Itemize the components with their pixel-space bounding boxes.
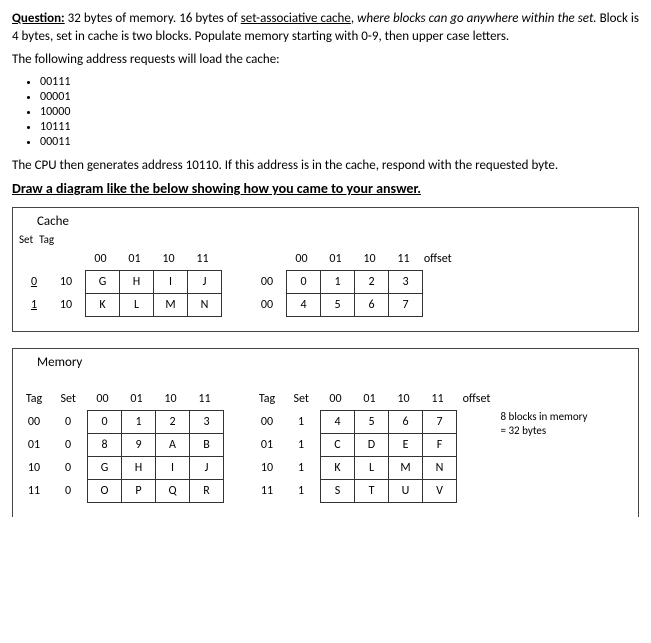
mem-cell: N [423,457,457,480]
mem-cell: A [156,434,190,457]
load-cache-intro: The following address requests will load… [12,51,639,69]
memory-section: Memory Tag Set 00 01 10 11 00 0 0 1 2 3 … [12,348,639,517]
mem-cell: B [190,434,224,457]
mem-cell: 2 [156,411,190,434]
mem-cell: M [389,457,423,480]
cache-cell: M [154,294,188,317]
mem-cell: L [355,457,389,480]
cache-section: Cache Set Tag 00 01 10 11 0 10 G H I J [12,207,639,332]
mem-cell: C [321,434,355,457]
cache-cell: 0 [287,271,321,294]
mem-cell: K [321,457,355,480]
cache-hdr-set: Set [19,233,33,246]
cache-cell: K [86,294,120,317]
mem-cell: I [156,457,190,480]
question-label: Question: [12,11,65,26]
cache-cell: 6 [355,294,389,317]
mem-cell: 1 [122,411,156,434]
cache-cell: I [154,271,188,294]
mem-cell: U [389,480,423,503]
mem-cell: G [88,457,122,480]
mem-cell: 7 [423,411,457,434]
mem-cell: R [190,480,224,503]
mem-cell: S [321,480,355,503]
cache-cell: N [188,294,222,317]
addr-item: 00111 [40,75,639,89]
cache-cell: G [86,271,120,294]
set-associative-phrase: set-associative cache [241,11,351,26]
addr-item: 00011 [40,135,639,149]
mem-cell: J [190,457,224,480]
mem-cell: P [122,480,156,503]
cache-hdr-tag: Tag [39,233,54,246]
draw-heading: Draw a diagram like the below showing ho… [12,180,639,197]
mem-cell: 3 [190,411,224,434]
cache-left-table: 00 01 10 11 0 10 G H I J 1 10 K L M N [19,248,222,317]
mem-cell: T [355,480,389,503]
cpu-line: The CPU then generates address 10110. If… [12,157,639,175]
italic-phrase: where blocks can go anywhere within the … [357,11,596,26]
mem-cell: H [122,457,156,480]
memory-title: Memory [37,355,82,370]
mem-cell: 5 [355,411,389,434]
cache-cell: 5 [321,294,355,317]
cache-cell: 7 [389,294,423,317]
cache-cell: J [188,271,222,294]
cache-cell: 2 [355,271,389,294]
mem-cell: 9 [122,434,156,457]
mem-cell: E [389,434,423,457]
addr-item: 10000 [40,105,639,119]
memory-right-table: Tag Set 00 01 10 11 offset 00 1 4 5 6 7 … [252,388,497,503]
addr-item: 00001 [40,90,639,104]
addr-item: 10111 [40,120,639,134]
mem-cell: Q [156,480,190,503]
mem-cell: V [423,480,457,503]
question-body-a: 32 bytes of memory. 16 bytes of [68,11,241,26]
address-list: 00111 00001 10000 10111 00011 [40,75,639,149]
mem-cell: O [88,480,122,503]
mem-cell: D [355,434,389,457]
cache-cell: 1 [321,271,355,294]
cache-cell: 4 [287,294,321,317]
mem-cell: 0 [88,411,122,434]
question-paragraph: Question: 32 bytes of memory. 16 bytes o… [12,10,639,45]
cache-cell: 3 [389,271,423,294]
mem-cell: 4 [321,411,355,434]
cache-cell: L [120,294,154,317]
memory-note: 8 blocks in memory = 32 bytes [501,410,588,439]
mem-cell: 6 [389,411,423,434]
cache-right-table: 00 01 10 11 offset 00 0 1 2 3 00 4 5 6 7 [252,248,453,317]
memory-left-table: Tag Set 00 01 10 11 00 0 0 1 2 3 01 0 8 … [19,388,224,503]
cache-cell: H [120,271,154,294]
mem-cell: F [423,434,457,457]
cache-title: Cache [37,214,69,229]
mem-cell: 8 [88,434,122,457]
